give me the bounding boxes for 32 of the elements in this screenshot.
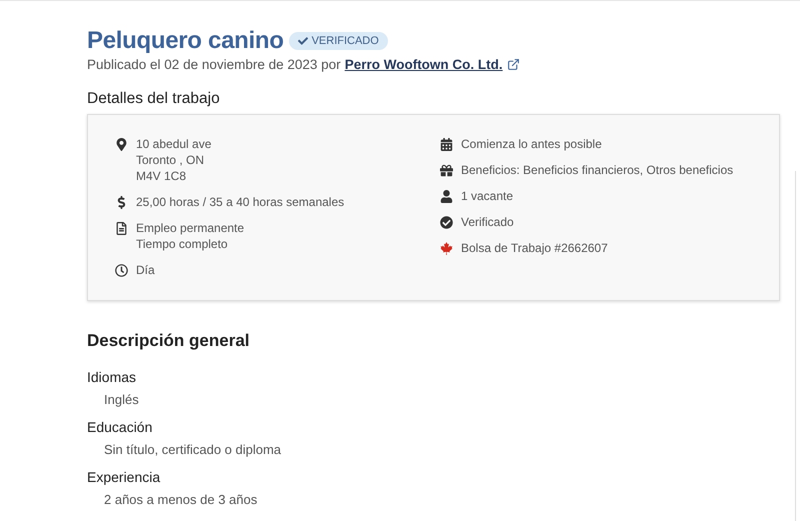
employer-link[interactable]: Perro Wooftown Co. Ltd. <box>344 57 503 72</box>
detail-text: Toronto , ON <box>136 152 206 168</box>
verified-badge: VERIFICADO <box>288 32 388 50</box>
detail-text: 1 vacante <box>461 188 514 204</box>
map-pin-icon <box>114 138 128 151</box>
detail-text: Empleo permanente <box>136 220 244 236</box>
subsection-value: Sin título, certificado o diploma <box>104 442 282 457</box>
document-icon <box>114 222 128 235</box>
subsection-title: Educación <box>87 419 154 435</box>
external-link-icon[interactable] <box>506 58 520 71</box>
person-icon <box>440 190 452 203</box>
detail-text: Verificado <box>461 214 514 230</box>
maple-leaf-icon <box>440 242 452 255</box>
clock-icon <box>114 264 128 277</box>
calendar-icon <box>440 138 452 151</box>
subsection-value: Inglés <box>104 392 140 407</box>
detail-text: Día <box>136 262 155 278</box>
detail-text: 25,00 horas / 35 a 40 horas semanales <box>136 194 344 210</box>
posted-date: Publicado el 02 de noviembre de 2023 por <box>87 57 341 72</box>
job-title: Peluquero canino <box>87 27 284 55</box>
gift-icon <box>440 164 452 177</box>
detail-text: Beneficios: Beneficios financieros, Otros beneficios <box>461 162 734 178</box>
detail-text: Tiempo completo <box>136 236 229 252</box>
subsection-title: Experiencia <box>87 469 162 485</box>
subsection-value: 2 años a menos de 3 años <box>104 492 258 507</box>
detail-text: Comienza lo antes posible <box>461 136 602 152</box>
detail-text: Bolsa de Trabajo #2662607 <box>461 240 608 256</box>
detail-text: 10 abedul ave <box>136 136 212 152</box>
subsection-title: Idiomas <box>87 369 138 385</box>
detail-text: M4V 1C8 <box>136 168 188 184</box>
section-heading: Detalles del trabajo <box>87 90 221 108</box>
section-heading: Descripción general <box>87 331 251 351</box>
